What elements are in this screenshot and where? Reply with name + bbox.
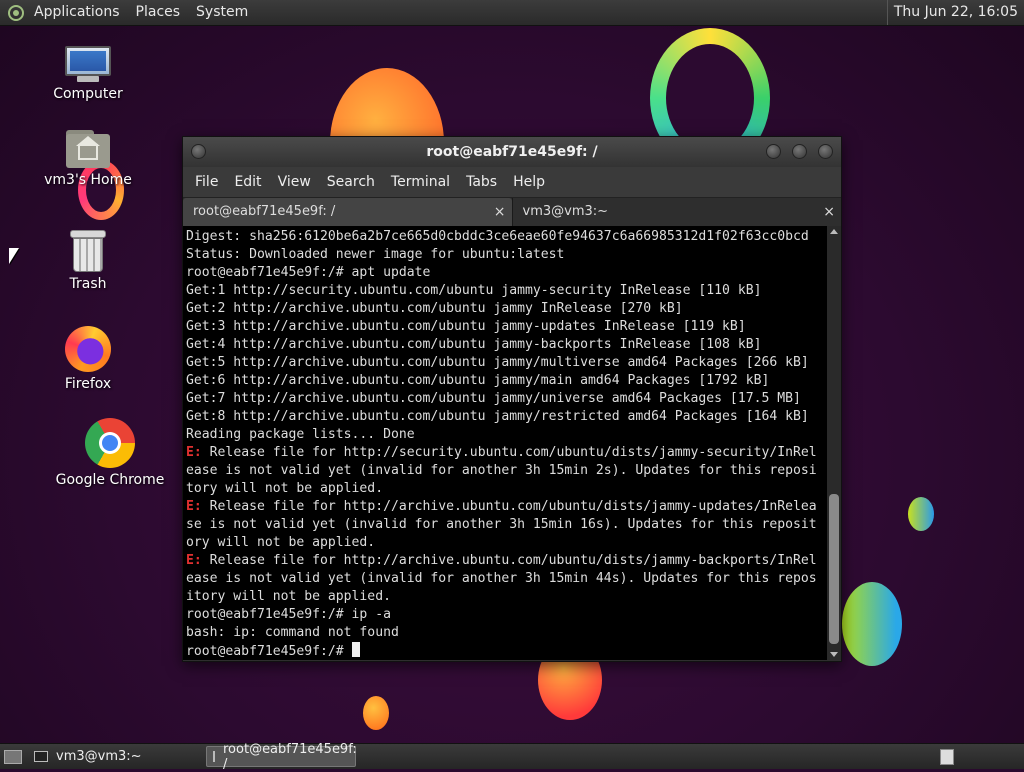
error-prefix: E: [186, 553, 202, 568]
terminal-line: ory will not be applied. [186, 535, 376, 550]
tab-vm3-home[interactable]: vm3@vm3:~ × [511, 198, 841, 226]
terminal-text: Digest: sha256:6120be6a2b7ce665d0cbddc3c… [183, 226, 827, 660]
error-prefix: E: [186, 445, 202, 460]
terminal-line: Get:2 http://archive.ubuntu.com/ubuntu j… [186, 301, 683, 316]
taskbar-label: vm3@vm3:~ [56, 749, 142, 764]
menu-search[interactable]: Search [319, 167, 383, 197]
terminal-line: Get:7 http://archive.ubuntu.com/ubuntu j… [186, 391, 801, 406]
terminal-scrollbar[interactable] [827, 226, 841, 660]
firefox-icon [65, 326, 111, 372]
menu-tabs[interactable]: Tabs [458, 167, 505, 197]
desktop-icon-computer[interactable]: Computer [33, 46, 143, 102]
terminal-line: ease is not valid yet (invalid for anoth… [186, 463, 817, 478]
wallpaper-green-blob-big [842, 582, 902, 666]
menu-help[interactable]: Help [505, 167, 553, 197]
desktop-icon-label: vm3's Home [44, 172, 132, 188]
window-title: root@eabf71e45e9f: / [426, 144, 598, 160]
terminal-line: tory will not be applied. [186, 481, 384, 496]
terminal-line: E: Release file for http://archive.ubunt… [186, 553, 817, 568]
terminal-window: root@eabf71e45e9f: / File Edit View Sear… [182, 136, 842, 662]
desktop-icon-trash[interactable]: Trash [33, 230, 143, 292]
terminal-line: Get:8 http://archive.ubuntu.com/ubuntu j… [186, 409, 809, 424]
terminal-line: bash: ip: command not found [186, 625, 399, 640]
terminal-line: Reading package lists... Done [186, 427, 415, 442]
desktop-icon-chrome[interactable]: Google Chrome [55, 418, 165, 488]
desktop-icon-home[interactable]: vm3's Home [33, 130, 143, 188]
terminal-menubar: File Edit View Search Terminal Tabs Help [183, 167, 841, 197]
workspace-switcher[interactable] [940, 748, 954, 765]
scroll-up-icon[interactable] [830, 229, 838, 234]
terminal-line: root@eabf71e45e9f:/# ip -a [186, 607, 391, 622]
mate-logo-icon[interactable] [8, 4, 24, 21]
terminal-line: Get:4 http://archive.ubuntu.com/ubuntu j… [186, 337, 762, 352]
window-menu-button[interactable] [191, 144, 206, 159]
places-menu[interactable]: Places [128, 0, 189, 25]
tab-close-icon[interactable]: × [494, 198, 506, 226]
terminal-icon [213, 751, 215, 762]
desktop-icon-label: Firefox [64, 376, 112, 392]
tab-label: vm3@vm3:~ [522, 204, 609, 219]
menu-view[interactable]: View [270, 167, 319, 197]
show-desktop-icon[interactable] [4, 749, 22, 764]
terminal-line: Get:6 http://archive.ubuntu.com/ubuntu j… [186, 373, 770, 388]
error-prefix: E: [186, 499, 202, 514]
terminal-tabbar: root@eabf71e45e9f: / × vm3@vm3:~ × [183, 197, 841, 226]
tab-close-icon[interactable]: × [823, 198, 835, 226]
terminal-line: root@eabf71e45e9f:/# apt update [186, 265, 431, 280]
desktop-icon-label: Computer [53, 86, 123, 102]
applications-menu[interactable]: Applications [26, 0, 128, 25]
terminal-line: ease is not valid yet (invalid for anoth… [186, 571, 817, 586]
tab-label: root@eabf71e45e9f: / [193, 204, 336, 219]
computer-icon [65, 46, 111, 82]
system-menu[interactable]: System [188, 0, 256, 25]
desktop-icon-label: Google Chrome [55, 472, 165, 488]
terminal-line: root@eabf71e45e9f:/# [186, 642, 827, 660]
menu-terminal[interactable]: Terminal [383, 167, 458, 197]
text-cursor [351, 642, 360, 657]
desktop-icon-label: Trash [69, 276, 107, 292]
taskbar-item-vm3[interactable]: vm3@vm3:~ [28, 746, 192, 767]
desktop-icon-firefox[interactable]: Firefox [33, 326, 143, 392]
taskbar-item-root[interactable]: root@eabf71e45e9f: / [206, 742, 357, 772]
minimize-button[interactable] [766, 144, 781, 159]
terminal-output[interactable]: Digest: sha256:6120be6a2b7ce665d0cbddc3c… [183, 226, 827, 660]
wallpaper-small-orange-blob [363, 696, 389, 730]
trash-icon [70, 230, 106, 272]
window-titlebar[interactable]: root@eabf71e45e9f: / [183, 137, 841, 167]
terminal-line: itory will not be applied. [186, 589, 391, 604]
scrollbar-thumb[interactable] [829, 494, 839, 644]
top-panel: Applications Places System Thu Jun 22, 1… [0, 0, 1024, 26]
terminal-line: Get:1 http://security.ubuntu.com/ubuntu … [186, 283, 762, 298]
wallpaper-green-blob-small [908, 497, 934, 531]
home-folder-icon [66, 130, 110, 168]
terminal-line: E: Release file for http://security.ubun… [186, 445, 817, 460]
scroll-down-icon[interactable] [830, 652, 838, 657]
bottom-panel: vm3@vm3:~ root@eabf71e45e9f: / [0, 742, 1024, 772]
maximize-button[interactable] [792, 144, 807, 159]
panel-clock[interactable]: Thu Jun 22, 16:05 [886, 0, 1024, 25]
chrome-icon [85, 418, 135, 468]
taskbar-label: root@eabf71e45e9f: / [223, 741, 357, 772]
menu-edit[interactable]: Edit [226, 167, 269, 197]
tab-root-container[interactable]: root@eabf71e45e9f: / × [183, 198, 512, 226]
terminal-line: se is not valid yet (invalid for another… [186, 517, 817, 532]
terminal-line: Digest: sha256:6120be6a2b7ce665d0cbddc3c… [186, 229, 809, 244]
mouse-pointer-icon [9, 248, 19, 264]
menu-file[interactable]: File [187, 167, 226, 197]
terminal-icon [34, 751, 48, 762]
terminal-line: Get:5 http://archive.ubuntu.com/ubuntu j… [186, 355, 809, 370]
terminal-line: Get:3 http://archive.ubuntu.com/ubuntu j… [186, 319, 746, 334]
terminal-line: Status: Downloaded newer image for ubunt… [186, 247, 565, 262]
close-button[interactable] [818, 144, 833, 159]
terminal-line: E: Release file for http://archive.ubunt… [186, 499, 817, 514]
